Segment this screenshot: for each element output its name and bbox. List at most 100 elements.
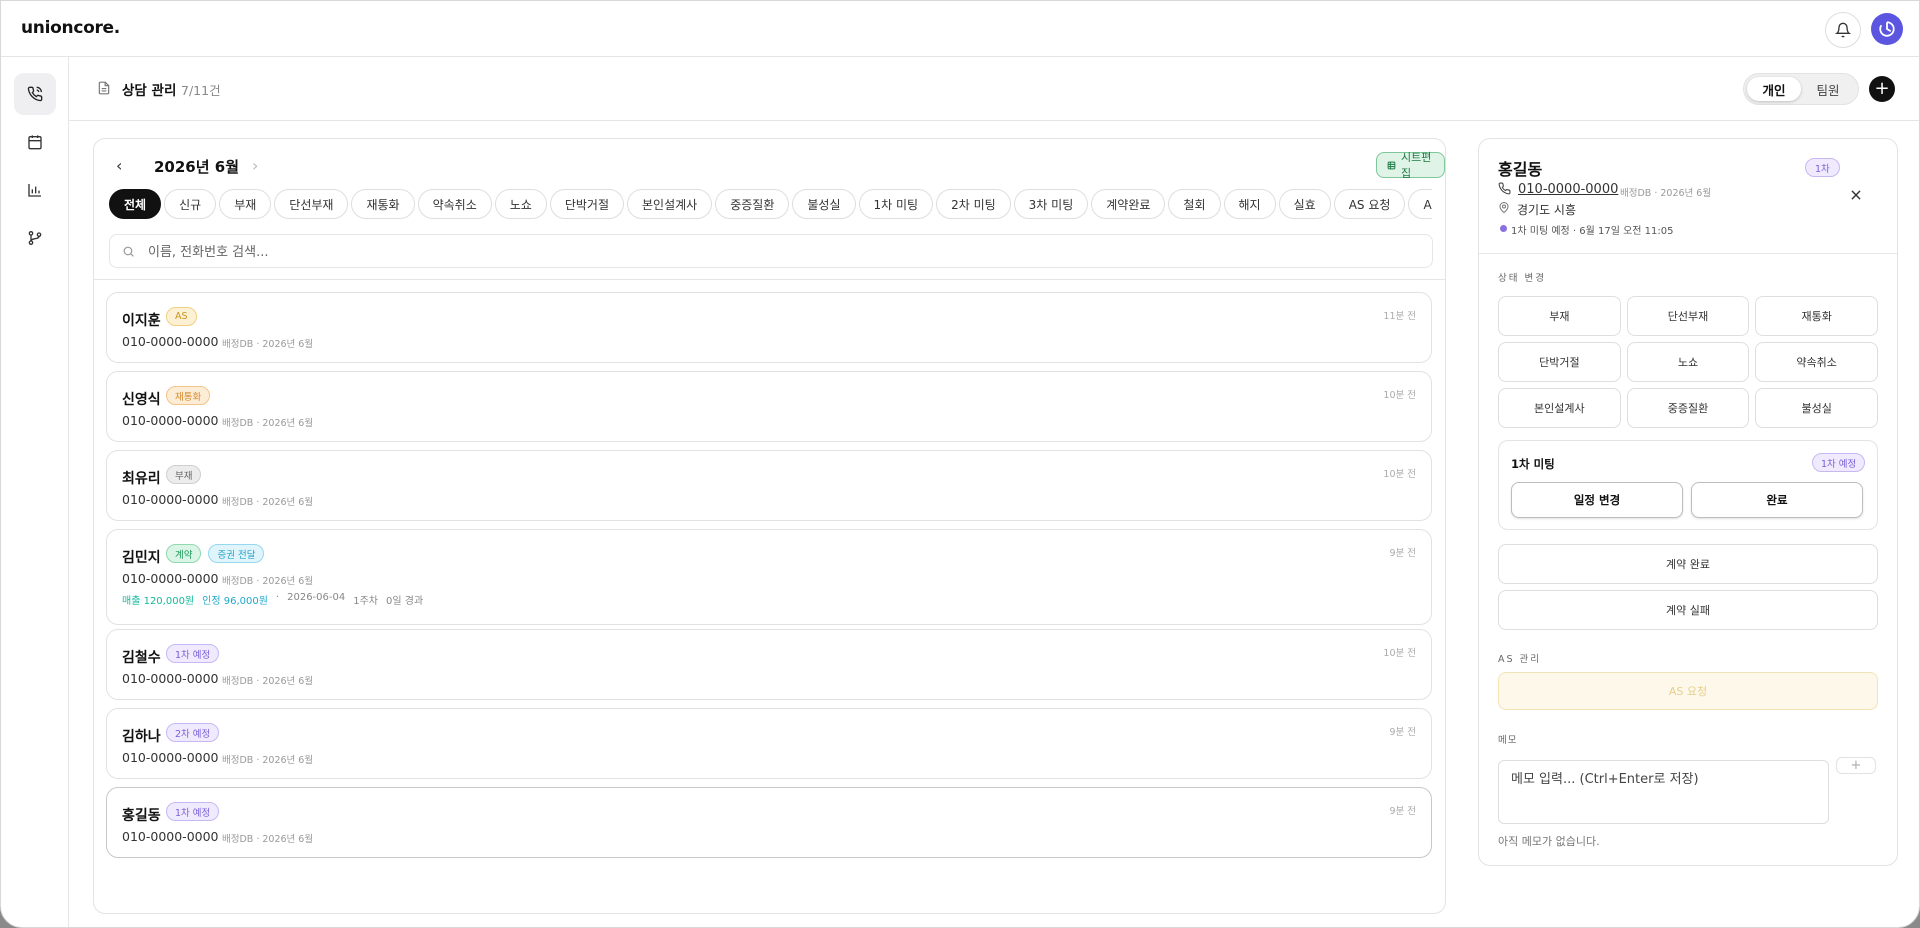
customer-meta: 배정DB · 2026년 6월 bbox=[222, 497, 314, 508]
search-input[interactable] bbox=[148, 241, 1418, 263]
relative-time: 10분 전 bbox=[1383, 469, 1416, 480]
status-change-button[interactable]: 약속취소 bbox=[1755, 342, 1878, 382]
status-change-button[interactable]: 단선부재 bbox=[1626, 296, 1750, 336]
sidebar-item-stats[interactable] bbox=[14, 169, 56, 211]
status-badge: 재통화 bbox=[166, 386, 211, 405]
app-window: unioncore. 상담 관리 7/11건 개인 팀원 + ‹ 2026년 6… bbox=[0, 0, 1920, 928]
status-change-button[interactable]: 부재 bbox=[1498, 296, 1621, 336]
detail-phone-link[interactable]: 010-0000-0000 bbox=[1518, 182, 1618, 197]
status-badge: 증권 전달 bbox=[208, 544, 265, 563]
filter-chip[interactable]: 해지 bbox=[1223, 189, 1276, 219]
page-count: 7/11건 bbox=[181, 83, 221, 98]
customer-name: 홍길동 bbox=[122, 808, 161, 824]
detail-name: 홍길동 bbox=[1498, 160, 1543, 179]
toggle-team[interactable]: 팀원 bbox=[1801, 77, 1855, 101]
sheet-edit-button[interactable]: 시트편집 bbox=[1376, 151, 1445, 180]
prev-month-button[interactable]: ‹ bbox=[116, 156, 122, 175]
detail-db-meta: 배정DB · 2026년 6월 bbox=[1620, 188, 1712, 199]
sidebar-item-calendar[interactable] bbox=[14, 121, 56, 163]
filter-chip[interactable]: 단박거절 bbox=[549, 189, 625, 219]
add-button[interactable]: + bbox=[1869, 76, 1895, 102]
filter-chip[interactable]: 본인설계사 bbox=[627, 189, 713, 219]
filter-chip[interactable]: 실효 bbox=[1278, 189, 1331, 219]
customer-meta: 배정DB · 2026년 6월 bbox=[222, 339, 314, 350]
filter-chip[interactable]: 불성실 bbox=[792, 189, 856, 219]
contract-fail-button[interactable]: 계약 실패 bbox=[1498, 590, 1878, 630]
customer-meta: 배정DB · 2026년 6월 bbox=[222, 755, 314, 766]
filter-chip[interactable]: 3차 미팅 bbox=[1013, 189, 1089, 219]
sheet-icon bbox=[1387, 161, 1396, 169]
filter-chip[interactable]: 철회 bbox=[1168, 189, 1221, 219]
status-badge: 계약 bbox=[166, 544, 202, 563]
filter-chip[interactable]: 전체 bbox=[109, 189, 162, 219]
contract-done-button[interactable]: 계약 완료 bbox=[1498, 544, 1878, 584]
close-button[interactable] bbox=[1849, 187, 1863, 206]
contract-date: 2026-06-04 bbox=[287, 592, 346, 603]
customer-row[interactable]: 김철수 1차 예정 010-0000-0000 배정DB · 2026년 6월 10분 … bbox=[106, 629, 1432, 700]
user-avatar[interactable] bbox=[1871, 13, 1903, 45]
filter-chip[interactable]: 노쇼 bbox=[494, 189, 547, 219]
top-bar: unioncore. bbox=[1, 1, 1919, 57]
page-title: 상담 관리 bbox=[122, 83, 177, 99]
relative-time: 10분 전 bbox=[1383, 390, 1416, 401]
status-badge: 2차 예정 bbox=[166, 723, 220, 742]
customer-row[interactable]: 이지훈 AS 010-0000-0000 배정DB · 2026년 6월 11분 전 bbox=[106, 292, 1432, 363]
reschedule-button[interactable]: 일정 변경 bbox=[1511, 482, 1683, 518]
memo-add-button[interactable]: + bbox=[1836, 757, 1876, 774]
customer-row[interactable]: 최유리 부재 010-0000-0000 배정DB · 2026년 6월 10분 전 bbox=[106, 450, 1432, 521]
customer-phone: 010-0000-0000 bbox=[122, 571, 219, 586]
relative-time: 9분 전 bbox=[1389, 548, 1416, 559]
meeting-done-button[interactable]: 완료 bbox=[1691, 482, 1863, 518]
filter-chip[interactable]: 신규 bbox=[164, 189, 217, 219]
notification-button[interactable] bbox=[1825, 12, 1861, 48]
filter-chip[interactable]: 2차 미팅 bbox=[936, 189, 1011, 219]
customer-row[interactable]: 김하나 2차 예정 010-0000-0000 배정DB · 2026년 6월 9분 전 bbox=[106, 708, 1432, 779]
phone-icon bbox=[1498, 182, 1511, 195]
sale-amount: 매출 120,000원 bbox=[122, 596, 195, 607]
filter-chip[interactable]: 계약완료 bbox=[1091, 189, 1166, 219]
filter-chip[interactable]: 재통화 bbox=[351, 189, 415, 219]
customer-row[interactable]: 신영식 재통화 010-0000-0000 배정DB · 2026년 6월 10분 전 bbox=[106, 371, 1432, 442]
filter-chip[interactable]: 중증질환 bbox=[715, 189, 790, 219]
bell-icon bbox=[1835, 22, 1851, 38]
customer-name: 이지훈 bbox=[122, 313, 161, 329]
status-change-button[interactable]: 노쇼 bbox=[1626, 342, 1750, 382]
calendar-icon bbox=[28, 135, 42, 150]
customer-row[interactable]: 홍길동 1차 예정 010-0000-0000 배정DB · 2026년 6월 9분 전 bbox=[106, 787, 1432, 858]
user-logo-icon bbox=[1879, 21, 1895, 37]
status-change-button[interactable]: 본인설계사 bbox=[1498, 388, 1621, 428]
filter-chip[interactable]: 1차 미팅 bbox=[858, 189, 934, 219]
status-change-button[interactable]: 불성실 bbox=[1755, 388, 1878, 428]
customer-name: 김민지 bbox=[122, 550, 161, 566]
detail-location: 경기도 시흥 bbox=[1517, 203, 1577, 217]
status-change-button[interactable]: 재통화 bbox=[1755, 296, 1878, 336]
as-request-button[interactable]: AS 요청 bbox=[1498, 672, 1878, 710]
schedule-dot bbox=[1500, 225, 1507, 232]
customer-meta: 배정DB · 2026년 6월 bbox=[222, 418, 314, 429]
status-badges: 부재 bbox=[166, 465, 202, 484]
sidebar-item-consult[interactable] bbox=[14, 73, 56, 115]
filter-chip[interactable]: 단선부재 bbox=[274, 189, 349, 219]
next-month-button[interactable]: › bbox=[252, 156, 258, 175]
search-icon bbox=[123, 246, 134, 257]
plus-icon: + bbox=[1874, 78, 1890, 99]
status-change-button[interactable]: 단박거절 bbox=[1498, 342, 1621, 382]
filter-chip[interactable]: 부재 bbox=[219, 189, 272, 219]
filter-chip[interactable]: AS 승인 bbox=[1408, 189, 1432, 219]
customer-phone: 010-0000-0000 bbox=[122, 671, 219, 686]
status-badge: 부재 bbox=[166, 465, 202, 484]
sidebar bbox=[1, 57, 69, 927]
location-pin-icon bbox=[1499, 202, 1509, 214]
status-badges: AS bbox=[166, 307, 197, 326]
sidebar-item-flow[interactable] bbox=[14, 217, 56, 259]
customer-name: 신영식 bbox=[122, 392, 161, 408]
as-section-label: AS 관리 bbox=[1498, 654, 1542, 665]
bar-chart-icon bbox=[28, 184, 41, 197]
app-logo[interactable]: unioncore. bbox=[21, 18, 120, 38]
customer-row[interactable]: 김민지 계약 증권 전달 010-0000-0000 배정DB · 2026년 6월 9분… bbox=[106, 529, 1432, 625]
filter-chip[interactable]: AS 요청 bbox=[1333, 189, 1406, 219]
filter-chip[interactable]: 약속취소 bbox=[417, 189, 492, 219]
status-change-button[interactable]: 중증질환 bbox=[1626, 388, 1750, 428]
toggle-personal[interactable]: 개인 bbox=[1747, 77, 1801, 101]
memo-input[interactable] bbox=[1498, 760, 1829, 824]
